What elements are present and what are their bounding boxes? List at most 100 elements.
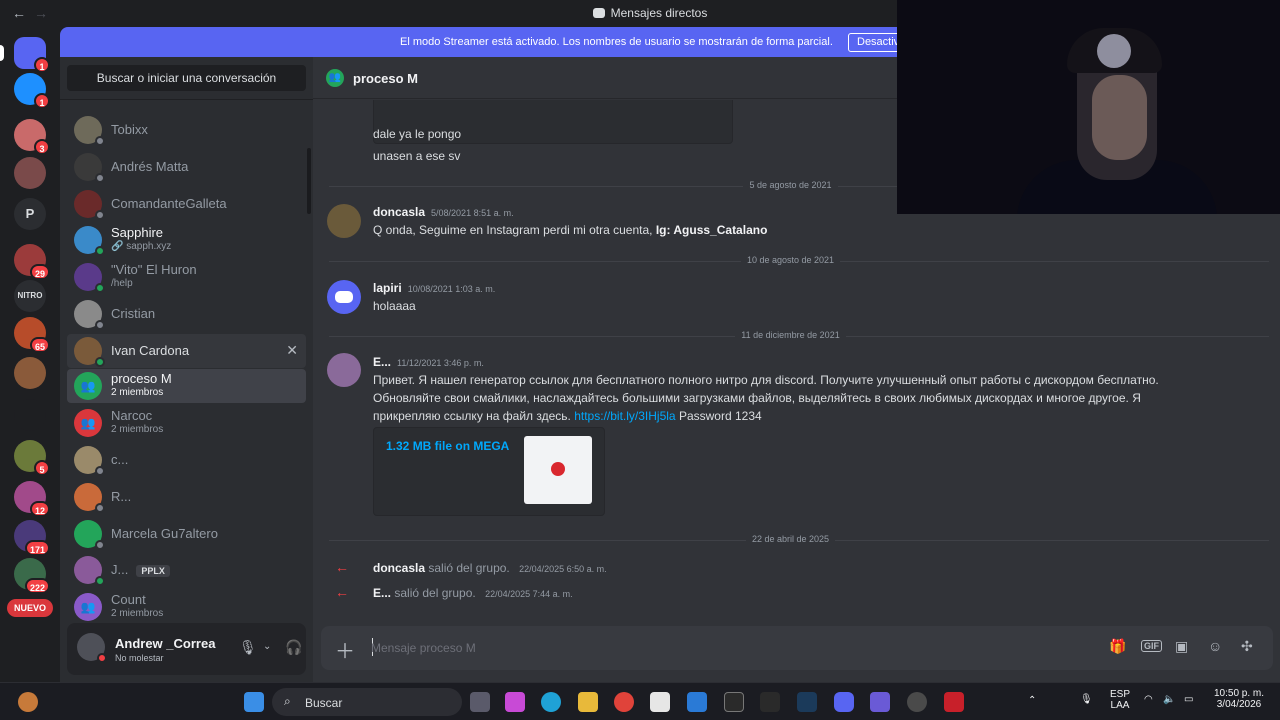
attach-plus-icon[interactable]: ＋ — [335, 635, 355, 664]
dm-name: Marcela Gu7altero — [111, 526, 218, 541]
chevron-down-icon[interactable]: ⌄ — [263, 641, 271, 652]
language-indicator[interactable]: ESP LAA — [1106, 689, 1134, 711]
dm-item[interactable]: Sapphire 🔗 sapph.xyz — [67, 223, 306, 257]
task-view-icon[interactable] — [470, 692, 490, 712]
presence-status-icon — [95, 466, 105, 476]
outlook-icon[interactable] — [687, 692, 707, 712]
dm-name: "Vito" El Huron — [111, 262, 197, 277]
message-text: Обновляйте свои смайлики, наслаждайтесь … — [373, 391, 1141, 405]
dm-search-button[interactable]: Buscar o iniciar una conversación — [67, 65, 306, 91]
dm-item[interactable]: 👥 Narcoc 2 miembros — [67, 406, 306, 440]
user-name[interactable]: Andrew _Correa — [115, 636, 215, 651]
server-12-icon[interactable]: 12 — [14, 481, 50, 517]
widgets-icon[interactable] — [18, 692, 38, 712]
server-11-icon[interactable]: 5 — [14, 440, 50, 476]
dm-item[interactable]: "Vito" El Huron/help — [67, 260, 306, 294]
message-author[interactable]: lapiri 10/08/2021 1:03 a. m. — [373, 281, 495, 295]
edge-icon[interactable] — [541, 692, 561, 712]
unread-badge: 65 — [29, 337, 50, 353]
server-6-icon[interactable]: 29 — [14, 244, 50, 280]
clock[interactable]: 10:50 p. m. 3/04/2026 — [1208, 688, 1270, 710]
dm-name: Ivan Cardona — [111, 343, 190, 358]
dm-item[interactable]: 👥 proceso M2 miembros — [67, 369, 306, 403]
dm-item[interactable]: c... — [67, 443, 306, 477]
embed-title-link[interactable]: 1.32 MB file on MEGA — [386, 439, 509, 453]
message-author[interactable]: E... 11/12/2021 3:46 p. m. — [373, 355, 484, 369]
message-text: unasen a ese sv — [373, 149, 461, 163]
mic-tray-icon[interactable]: 🎙 — [1080, 694, 1093, 705]
dm-item[interactable]: R... — [67, 480, 306, 514]
server-13-icon[interactable]: 171 — [14, 520, 50, 556]
volume-icon[interactable]: 🔈 — [1163, 694, 1175, 705]
steam-icon[interactable] — [797, 692, 817, 712]
copilot-icon[interactable] — [505, 692, 525, 712]
unread-badge: 222 — [24, 578, 50, 594]
discord-home-icon[interactable]: 1 — [14, 37, 50, 73]
dm-item[interactable]: Ivan Cardona ✕ — [67, 334, 306, 368]
presence-status-icon — [95, 136, 105, 146]
chrome-icon[interactable] — [614, 692, 634, 712]
server-14-icon[interactable]: 222 — [14, 558, 50, 594]
dm-item[interactable]: Marcela Gu7altero — [67, 517, 306, 551]
presence-status-icon — [95, 283, 105, 293]
notion-icon[interactable] — [724, 692, 744, 712]
search-icon: ⌕ — [284, 694, 291, 708]
dm-item[interactable]: Tobixx — [67, 113, 306, 147]
message-link[interactable]: https://bit.ly/3IHj5la — [574, 409, 675, 423]
headphones-icon[interactable]: 🎧 — [285, 639, 302, 656]
presence-status-icon — [95, 320, 105, 330]
start-windows-icon[interactable] — [244, 692, 264, 712]
dm-item[interactable]: 👥 Count 2 miembros — [67, 590, 306, 624]
dm-item[interactable]: J... PPLX — [67, 553, 306, 587]
presence-status-icon — [95, 210, 105, 220]
store-icon[interactable] — [650, 692, 670, 712]
server-10-icon[interactable] — [14, 399, 46, 431]
message-avatar[interactable] — [327, 204, 361, 238]
microphone-icon[interactable]: 🎙 — [239, 639, 257, 656]
tray-chevron-icon[interactable]: ⌃ — [1028, 695, 1036, 706]
obs-icon[interactable] — [907, 692, 927, 712]
taskbar-search[interactable]: ⌕ Buscar — [272, 688, 462, 716]
presence-status-icon — [95, 540, 105, 550]
window-title-text: Mensajes directos — [610, 6, 708, 20]
message-input[interactable]: Mensaje proceso M — [371, 641, 476, 655]
leave-arrow-icon: ← — [335, 584, 349, 600]
server-4-icon[interactable] — [14, 157, 46, 189]
date-divider-label: 11 de diciembre de 2021 — [313, 330, 1268, 340]
battery-icon[interactable]: ▭ — [1184, 694, 1193, 705]
dm-subtitle: 2 miembros — [111, 387, 164, 398]
gift-icon[interactable]: 🎁 — [1109, 638, 1126, 655]
message-avatar[interactable] — [327, 353, 361, 387]
apps-icon[interactable]: ✣ — [1241, 638, 1253, 655]
server-p-icon[interactable]: P — [14, 198, 46, 230]
server-3-icon[interactable]: 3 — [14, 119, 50, 155]
gif-icon[interactable]: GIF — [1141, 640, 1162, 652]
server-nitro-icon[interactable]: NITRO — [14, 280, 46, 312]
message-avatar[interactable] — [327, 280, 361, 314]
file-explorer-icon[interactable] — [578, 692, 598, 712]
message-author[interactable]: doncasla 5/08/2021 8:51 a. m. — [373, 205, 514, 219]
emoji-icon[interactable]: ☺ — [1208, 638, 1222, 654]
server-8-icon[interactable]: 65 — [14, 317, 50, 353]
dm-name: Narcoc — [111, 408, 153, 423]
server-2-icon[interactable]: 1 — [14, 73, 50, 109]
mega-thumbnail[interactable] — [524, 436, 592, 504]
discord-taskbar-icon[interactable] — [834, 692, 854, 712]
dm-name: proceso M — [111, 371, 172, 386]
dm-item[interactable]: Cristian — [67, 297, 306, 331]
dm-name: Sapphire — [111, 225, 164, 240]
app-icon[interactable] — [944, 692, 964, 712]
sticker-icon[interactable]: ▣ — [1175, 638, 1188, 655]
dm-scrollbar[interactable] — [307, 148, 311, 214]
server-9-icon[interactable] — [14, 357, 46, 389]
taskbar-search-label: Buscar — [305, 696, 343, 710]
close-dm-icon[interactable]: ✕ — [286, 342, 298, 359]
dm-item[interactable]: ComandanteGalleta — [67, 187, 306, 221]
dm-name: J... PPLX — [111, 562, 170, 577]
dm-name: ComandanteGalleta — [111, 196, 227, 211]
wifi-icon[interactable]: ◠ — [1144, 694, 1153, 705]
epic-games-icon[interactable] — [760, 692, 780, 712]
new-badge[interactable]: NUEVO — [7, 599, 53, 617]
teams-icon[interactable] — [870, 692, 890, 712]
dm-item[interactable]: Andrés Matta — [67, 150, 306, 184]
